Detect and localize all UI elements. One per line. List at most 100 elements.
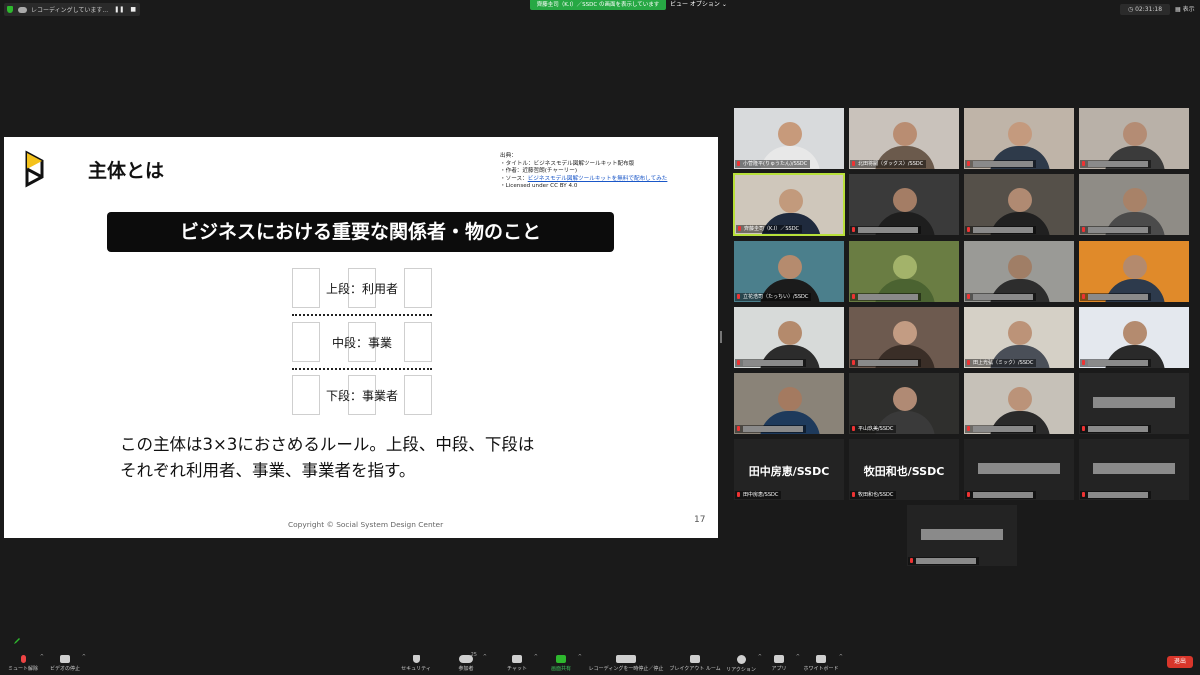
source-line: ・作者：近藤哲朗(チャーリー) bbox=[500, 168, 578, 175]
participant-tile[interactable] bbox=[963, 372, 1075, 435]
screen-share-banner: 齊藤圭司（K.I）／SSDC の画面を表示しています bbox=[530, 0, 666, 10]
participant-tile[interactable] bbox=[1078, 306, 1190, 369]
chat-button[interactable]: チャット ^ bbox=[494, 654, 540, 672]
view-options-label: ビュー オプション bbox=[670, 1, 720, 8]
participant-tile[interactable] bbox=[963, 438, 1075, 501]
security-button[interactable]: セキュリティ bbox=[393, 655, 439, 672]
microphone-muted-icon bbox=[1082, 360, 1085, 365]
redacted-name-bar bbox=[1088, 425, 1148, 432]
participant-tile[interactable]: 立花浩司（たっちい）/SSDC bbox=[733, 240, 845, 303]
video-button[interactable]: ビデオの停止 ^ bbox=[42, 654, 88, 672]
ssdc-logo-icon bbox=[25, 150, 44, 188]
smiley-icon bbox=[736, 655, 746, 664]
participant-face bbox=[1123, 188, 1147, 212]
participant-name-tag bbox=[965, 425, 1036, 433]
participant-tile[interactable]: 平山玖美/SSDC bbox=[848, 372, 960, 435]
source-line: 出典： bbox=[500, 153, 517, 159]
participant-tile[interactable] bbox=[848, 173, 960, 236]
mute-button[interactable]: ミュート解除 ^ bbox=[0, 654, 46, 672]
timer-text: 02:31:18 bbox=[1135, 6, 1163, 13]
participant-name: 立花浩司（たっちい）/SSDC bbox=[743, 294, 809, 300]
participant-tile[interactable]: 田中房恵/SSDC 田中房恵/SSDC bbox=[733, 438, 845, 501]
redacted-name-block bbox=[1093, 463, 1175, 474]
participant-name-tag bbox=[1080, 226, 1151, 234]
chevron-up-icon[interactable]: ^ bbox=[82, 654, 86, 660]
chevron-up-icon[interactable]: ^ bbox=[483, 654, 487, 660]
participant-tile[interactable] bbox=[906, 504, 1018, 567]
participant-count: 25 bbox=[470, 652, 477, 658]
share-screen-icon bbox=[556, 655, 566, 663]
participant-tile[interactable] bbox=[733, 372, 845, 435]
view-button-label: 表示 bbox=[1182, 6, 1195, 13]
view-button[interactable]: ▦ 表示 bbox=[1175, 4, 1195, 15]
microphone-muted-icon bbox=[737, 426, 740, 431]
participant-name: 北田将嗣（ダックス）/SSDC bbox=[858, 161, 924, 167]
participant-name-tag: 小菅隆平(りゅうたん)/SSDC bbox=[735, 160, 811, 168]
redacted-name-bar bbox=[1088, 359, 1148, 366]
split-resize-handle[interactable] bbox=[720, 331, 722, 343]
participant-tile[interactable]: 田上光弘（ミック）/SSDC bbox=[963, 306, 1075, 369]
participant-tile[interactable]: 北田将嗣（ダックス）/SSDC bbox=[848, 107, 960, 170]
microphone-muted-icon bbox=[1082, 227, 1085, 232]
participant-tile[interactable] bbox=[963, 107, 1075, 170]
chevron-down-icon: ⌄ bbox=[721, 1, 727, 8]
participant-name-tag bbox=[1080, 160, 1151, 168]
pause-recording-icon[interactable]: ❚❚ bbox=[114, 6, 124, 13]
whiteboard-button[interactable]: ホワイトボード ^ bbox=[797, 654, 845, 672]
participant-tile[interactable] bbox=[963, 240, 1075, 303]
dotted-divider bbox=[292, 314, 432, 316]
chevron-up-icon[interactable]: ^ bbox=[578, 654, 582, 660]
chevron-up-icon[interactable]: ^ bbox=[839, 654, 843, 660]
participant-name-tag bbox=[1080, 293, 1151, 301]
microphone-muted-icon bbox=[738, 226, 741, 231]
participant-face bbox=[778, 255, 802, 279]
annotate-pen-icon[interactable] bbox=[13, 630, 21, 644]
microphone-muted-icon bbox=[1082, 426, 1085, 431]
slide-title: 主体とは bbox=[88, 160, 165, 182]
leave-meeting-button[interactable]: 退出 bbox=[1167, 656, 1193, 668]
participant-tile[interactable] bbox=[848, 306, 960, 369]
participant-face bbox=[1008, 255, 1032, 279]
participant-name-tag: 田中房恵/SSDC bbox=[735, 491, 782, 499]
participant-tile[interactable] bbox=[848, 240, 960, 303]
microphone-muted-icon bbox=[967, 426, 970, 431]
participant-face bbox=[1123, 122, 1147, 146]
recording-controls-button[interactable]: レコーディングを一時停止／停止 bbox=[583, 655, 669, 672]
participant-name-tag bbox=[1080, 425, 1151, 433]
participant-name: 田中房恵/SSDC bbox=[743, 492, 779, 498]
participant-tile[interactable]: 小菅隆平(りゅうたん)/SSDC bbox=[733, 107, 845, 170]
microphone-muted-icon bbox=[1082, 294, 1085, 299]
participants-button[interactable]: 参加者 25 ^ bbox=[443, 652, 489, 672]
participant-tile[interactable] bbox=[1078, 438, 1190, 501]
row-label-bottom: 下段：事業者 bbox=[325, 389, 398, 403]
meeting-timer: ◷ 02:31:18 bbox=[1120, 4, 1170, 15]
microphone-muted-icon bbox=[967, 227, 970, 232]
participant-face bbox=[778, 122, 802, 146]
participant-tile[interactable] bbox=[733, 306, 845, 369]
slide-copyright: Copyright © Social System Design Center bbox=[288, 520, 444, 529]
view-options-button[interactable]: ビュー オプション ⌄ bbox=[670, 0, 727, 10]
pause-stop-icon bbox=[616, 655, 636, 663]
participant-name-tag: 牧田和也/SSDC bbox=[850, 491, 897, 499]
shield-icon bbox=[7, 6, 13, 13]
redacted-name-bar bbox=[916, 557, 976, 564]
participant-tile[interactable]: 齊藤圭司（K.I）／SSDC bbox=[733, 173, 845, 236]
recording-indicator[interactable]: レコーディングしています... ❚❚ ■ bbox=[4, 3, 140, 16]
participant-name-tag: 北田将嗣（ダックス）/SSDC bbox=[850, 160, 927, 168]
participant-name-tag: 立花浩司（たっちい）/SSDC bbox=[735, 293, 812, 301]
stop-recording-icon[interactable]: ■ bbox=[130, 6, 136, 13]
participant-tile[interactable] bbox=[1078, 372, 1190, 435]
participant-display-name: 牧田和也/SSDC bbox=[863, 465, 945, 478]
source-link[interactable]: ビジネスモデル図解ツールキットを無料で配布してみた bbox=[528, 176, 668, 182]
participant-tile[interactable] bbox=[963, 173, 1075, 236]
participant-tile[interactable] bbox=[1078, 240, 1190, 303]
participant-tile[interactable] bbox=[1078, 107, 1190, 170]
cloud-recording-icon bbox=[18, 6, 27, 13]
breakout-rooms-button[interactable]: ブレイクアウト ルーム bbox=[667, 655, 723, 672]
apps-button[interactable]: アプリ ^ bbox=[756, 654, 802, 672]
microphone-muted-icon bbox=[737, 492, 740, 497]
share-screen-button[interactable]: 画面共有 ^ bbox=[538, 654, 584, 672]
participant-tile[interactable]: 牧田和也/SSDC 牧田和也/SSDC bbox=[848, 438, 960, 501]
participant-tile[interactable] bbox=[1078, 173, 1190, 236]
row-label-middle: 中段：事業 bbox=[331, 336, 392, 350]
